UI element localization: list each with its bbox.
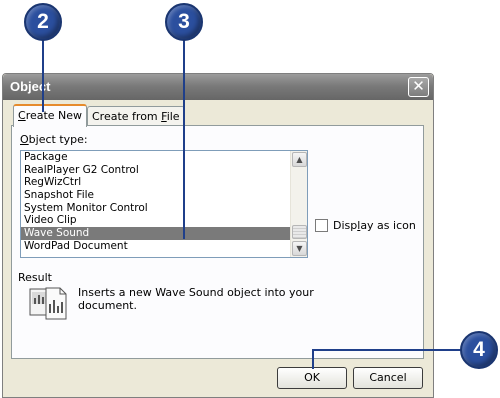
object-type-label: Object type: [20,133,88,146]
close-icon: ✕ [412,77,425,95]
chevron-down-icon: ▼ [296,244,303,253]
tab-create-from-file[interactable]: Create from File [87,106,185,127]
callout-4-line-v [312,349,314,369]
list-item[interactable]: Snapshot File [21,189,290,202]
close-button[interactable]: ✕ [408,77,429,97]
wave-sound-object-icon [29,287,67,320]
list-item[interactable]: RealPlayer G2 Control [21,164,290,177]
list-scrollbar[interactable]: ▲ ▼ [290,151,307,257]
scroll-thumb[interactable] [292,225,307,239]
list-item[interactable]: RegWizCtrl [21,176,290,189]
display-as-icon-checkbox[interactable] [315,219,328,232]
tab-create-new[interactable]: Create New [13,104,88,127]
list-item[interactable]: Video Clip [21,214,290,227]
dialog-title: Object [10,79,51,94]
object-type-list[interactable]: Package RealPlayer G2 Control RegWizCtrl… [20,150,308,258]
ok-button[interactable]: OK [277,367,347,389]
list-item[interactable]: WordPad Document [21,240,290,253]
result-description: Inserts a new Wave Sound object into you… [78,286,314,312]
list-item-selected[interactable]: Wave Sound [21,227,290,240]
list-item[interactable]: System Monitor Control [21,202,290,215]
chevron-up-icon: ▲ [296,155,303,164]
callout-2-line [42,40,44,112]
display-as-icon-label[interactable]: Display as icon [333,219,416,232]
scroll-up-button[interactable]: ▲ [292,152,307,167]
callout-2: 2 [24,3,62,41]
title-bar[interactable]: Object ✕ [3,74,433,100]
callout-4-line-h [312,349,462,351]
create-new-panel: Object type: Package RealPlayer G2 Contr… [11,125,424,359]
result-label: Result [18,271,52,284]
callout-3: 3 [165,3,203,41]
callout-4: 4 [460,331,498,369]
list-item[interactable]: Package [21,151,290,164]
cancel-button[interactable]: Cancel [353,367,423,389]
callout-3-line [183,40,185,239]
scroll-down-button[interactable]: ▼ [292,241,307,256]
